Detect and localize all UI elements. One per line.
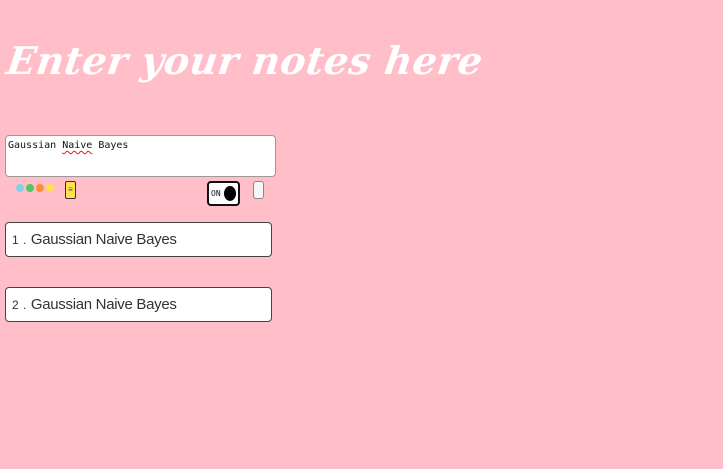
note-text: Gaussian Naive Bayes <box>30 296 177 313</box>
page-title: Enter your notes here <box>4 38 487 83</box>
note-input-text-start: Gaussian <box>8 140 63 151</box>
note-item[interactable]: 2 . Gaussian Naive Bayes <box>5 287 272 322</box>
toggle-knob <box>224 186 236 201</box>
on-off-toggle[interactable]: ON <box>207 181 240 206</box>
note-item[interactable]: 1 . Gaussian Naive Bayes <box>5 222 272 257</box>
note-input[interactable]: Gaussian Naive Bayes <box>5 135 276 177</box>
note-icon: ≡ <box>68 185 73 194</box>
clear-button[interactable] <box>253 181 264 199</box>
color-picker <box>16 184 54 192</box>
note-number: 1 . <box>12 232 27 247</box>
color-dot-yellow[interactable] <box>46 184 54 192</box>
color-dot-orange[interactable] <box>36 184 44 192</box>
note-number: 2 . <box>12 297 27 312</box>
note-text: Gaussian Naive Bayes <box>30 231 177 248</box>
color-dot-cyan[interactable] <box>16 184 24 192</box>
toggle-label: ON <box>211 189 221 198</box>
color-dot-green[interactable] <box>26 184 34 192</box>
note-input-text-end: Bayes <box>92 140 129 151</box>
note-input-misspelled-word: Naive <box>62 140 93 151</box>
sticky-note-button[interactable]: ≡ <box>65 181 76 199</box>
